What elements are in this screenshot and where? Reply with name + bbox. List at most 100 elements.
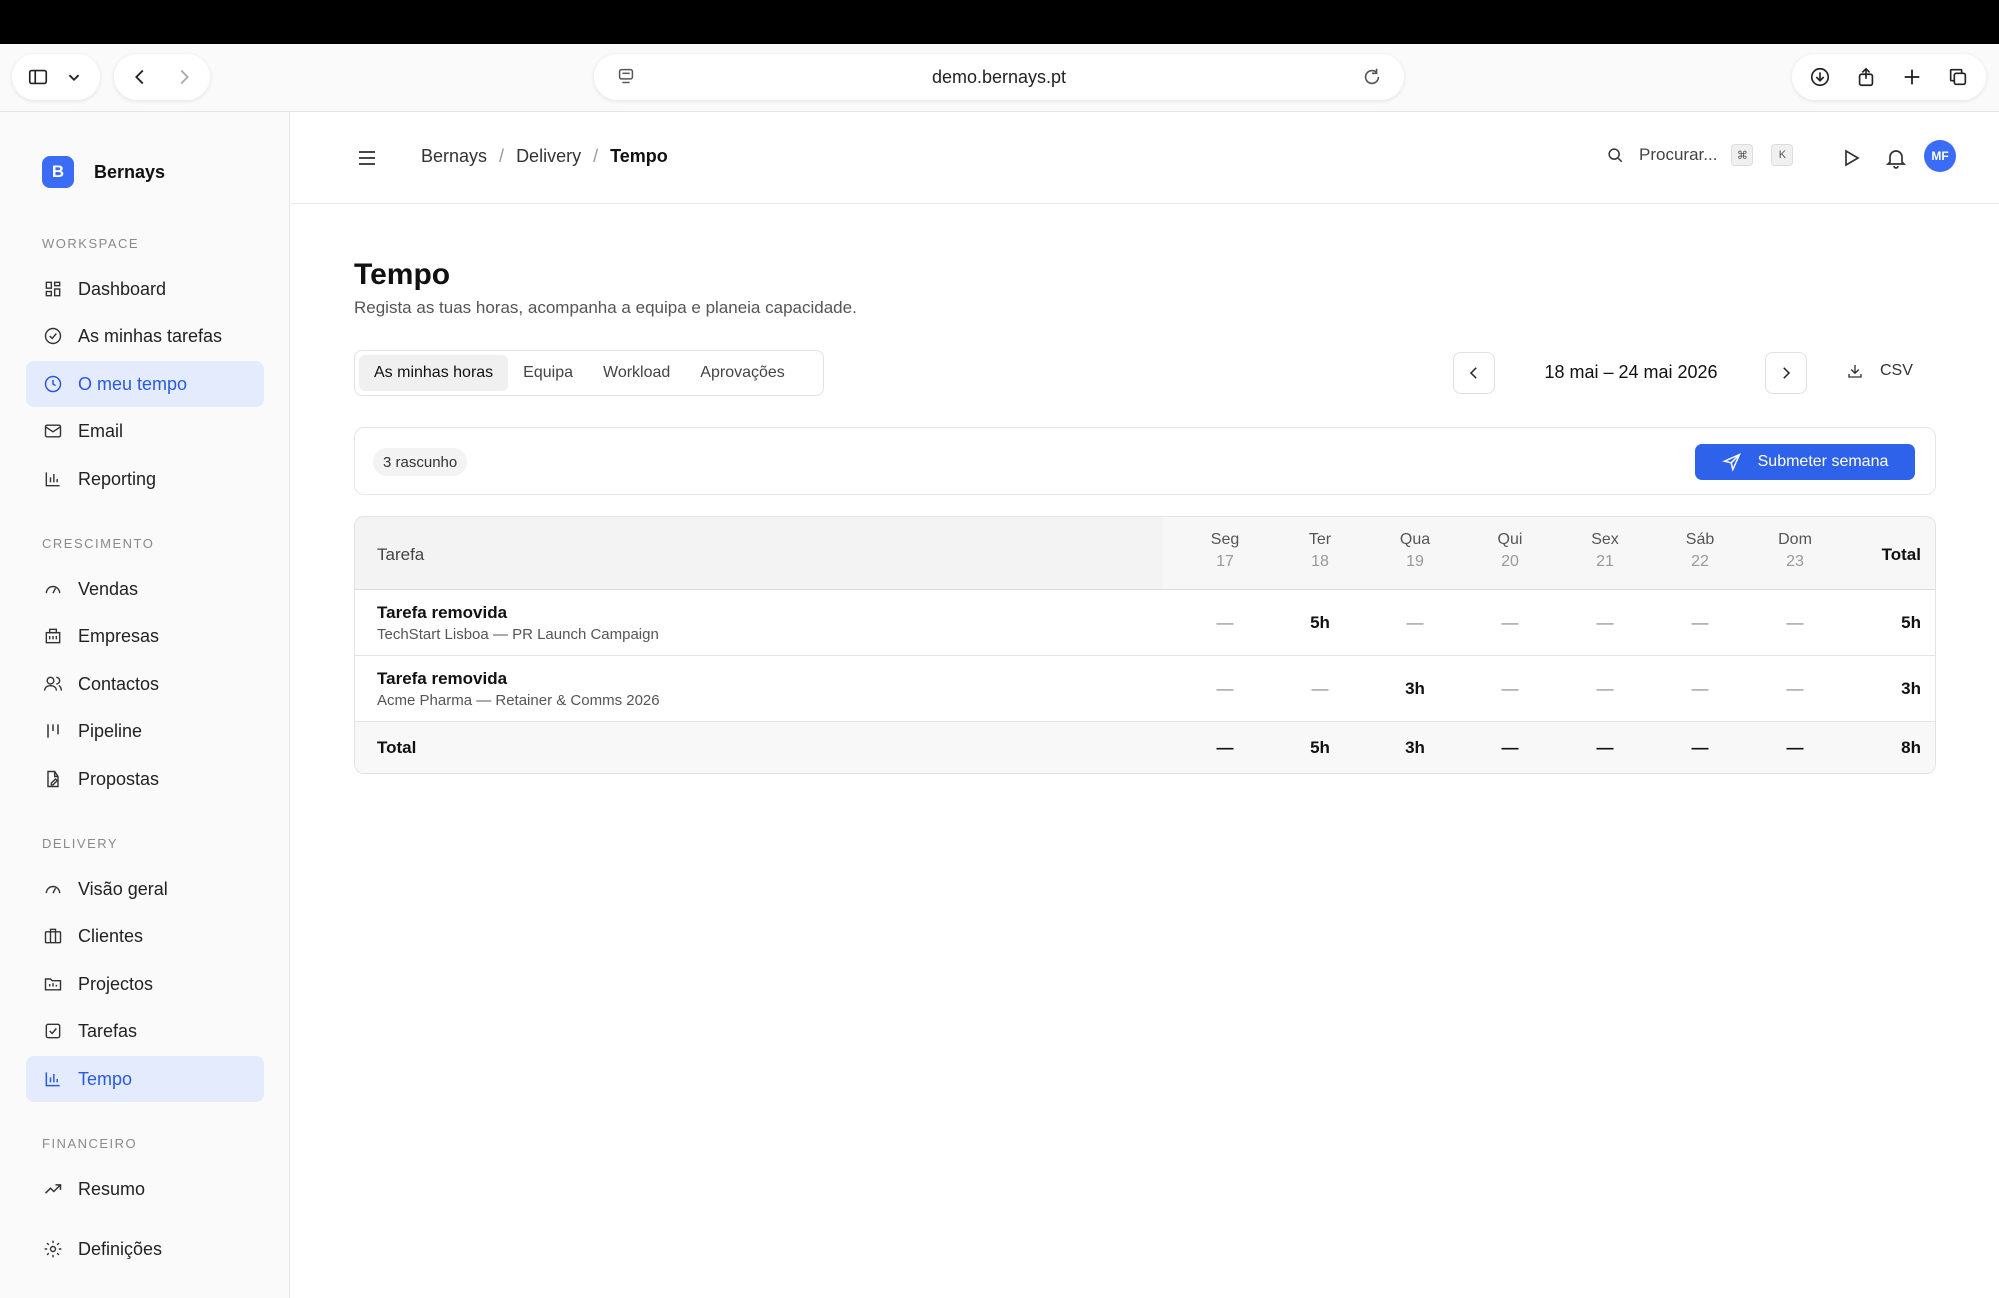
sidebar-item-contactos[interactable]: Contactos — [26, 661, 264, 707]
page-subtitle: Regista as tuas horas, acompanha a equip… — [354, 298, 857, 317]
bar-chart-icon — [42, 468, 64, 490]
totals-label: Total — [377, 738, 417, 757]
table-row[interactable]: Tarefa removida TechStart Lisboa — PR La… — [355, 590, 1935, 656]
sidebar-item-tarefas[interactable]: Tarefas — [26, 1008, 264, 1054]
sidebar-toggle-icon[interactable] — [26, 65, 50, 89]
send-icon — [1721, 453, 1741, 472]
browser-toolbar: demo.bernays.pt — [0, 44, 1999, 112]
submit-week-button[interactable]: Submeter semana — [1695, 444, 1915, 480]
brand-name: Bernays — [94, 161, 166, 182]
sidebar-item-my-time[interactable]: O meu tempo — [26, 361, 264, 407]
sidebar-item-label: Email — [78, 420, 124, 441]
header-day: Qui 20 — [1470, 531, 1550, 571]
breadcrumb-separator: / — [499, 146, 505, 166]
search-trigger[interactable]: Procurar... ⌘ K — [1605, 144, 1794, 166]
chevron-down-icon[interactable] — [62, 65, 86, 89]
hours-cell[interactable]: — — [1755, 613, 1835, 633]
sidebar-item-empresas[interactable]: Empresas — [26, 613, 264, 659]
app-header: Bernays / Delivery / Tempo Procurar... ⌘… — [291, 112, 1999, 204]
header-task: Tarefa — [377, 545, 425, 564]
hours-cell[interactable]: 5h — [1280, 613, 1360, 633]
forward-icon[interactable] — [172, 65, 196, 89]
new-tab-icon[interactable] — [1900, 65, 1924, 89]
day-date: 19 — [1406, 553, 1424, 570]
download-icon[interactable] — [1808, 65, 1832, 89]
sidebar-item-pipeline[interactable]: Pipeline — [26, 708, 264, 754]
sidebar-item-resumo[interactable]: Resumo — [26, 1166, 264, 1212]
address-bar[interactable]: demo.bernays.pt — [594, 54, 1404, 100]
sidebar-item-dashboard[interactable]: Dashboard — [26, 266, 264, 312]
sidebar-item-tempo[interactable]: Tempo — [26, 1056, 264, 1102]
breadcrumb-item[interactable]: Bernays — [421, 146, 487, 167]
hours-cell[interactable]: — — [1660, 679, 1740, 699]
hours-cell[interactable]: — — [1565, 679, 1645, 699]
section-label-workspace: WORKSPACE — [42, 236, 140, 251]
sidebar-item-visao-geral[interactable]: Visão geral — [26, 866, 264, 912]
total-cell: 5h — [1310, 738, 1330, 757]
users-icon — [42, 673, 64, 695]
sidebar-item-clientes[interactable]: Clientes — [26, 913, 264, 959]
tab-approvals[interactable]: Aprovações — [685, 355, 800, 391]
reload-icon[interactable] — [1360, 65, 1384, 89]
bell-icon[interactable] — [1884, 146, 1908, 170]
csv-export-button[interactable]: CSV — [1846, 362, 1913, 380]
back-icon[interactable] — [128, 65, 152, 89]
day-date: 22 — [1691, 553, 1709, 570]
hours-cell[interactable]: — — [1375, 613, 1455, 633]
hours-cell[interactable]: 3h — [1375, 679, 1455, 699]
hours-cell[interactable]: — — [1185, 679, 1265, 699]
sidebar-item-my-tasks[interactable]: As minhas tarefas — [26, 313, 264, 359]
menu-icon[interactable] — [355, 146, 379, 170]
view-tabs: As minhas horas Equipa Workload Aprovaçõ… — [354, 350, 824, 396]
file-edit-icon — [42, 768, 64, 790]
search-placeholder: Procurar... — [1639, 145, 1718, 164]
sidebar-item-label: As minhas tarefas — [78, 325, 223, 346]
avatar[interactable]: MF — [1924, 140, 1956, 172]
table-row[interactable]: Tarefa removida Acme Pharma — Retainer &… — [355, 656, 1935, 722]
sidebar-item-definicoes[interactable]: Definições — [26, 1226, 264, 1272]
hours-cell[interactable]: — — [1755, 679, 1835, 699]
sidebar-item-reporting[interactable]: Reporting — [26, 456, 264, 502]
checkbox-icon — [42, 1020, 64, 1042]
total-cell: — — [1501, 738, 1519, 757]
hours-cell[interactable]: — — [1470, 613, 1550, 633]
tab-workload[interactable]: Workload — [588, 355, 685, 391]
sidebar-item-vendas[interactable]: Vendas — [26, 566, 264, 612]
sidebar-item-email[interactable]: Email — [26, 408, 264, 454]
tabs-overview-icon[interactable] — [1946, 65, 1970, 89]
timesheet-table: Tarefa Seg 17 Ter 18 Qua 19 Qui 20 Sex 21 Sáb… — [354, 516, 1936, 774]
table-header: Tarefa Seg 17 Ter 18 Qua 19 Qui 20 Sex 21 Sáb… — [355, 517, 1935, 590]
sidebar-item-propostas[interactable]: Propostas — [26, 756, 264, 802]
sidebar-item-label: Dashboard — [78, 278, 167, 299]
sidebar-item-projectos[interactable]: Projectos — [26, 961, 264, 1007]
next-week-button[interactable] — [1765, 352, 1807, 394]
chevron-right-icon — [1783, 367, 1791, 379]
sidebar-item-label: Reporting — [78, 468, 157, 489]
totals-row: Total — 5h 3h — — — — 8h — [355, 722, 1935, 773]
tab-my-hours[interactable]: As minhas horas — [359, 355, 509, 391]
mail-icon — [42, 420, 64, 442]
sidebar-item-label: Propostas — [78, 768, 160, 789]
url-text: demo.bernays.pt — [931, 66, 1067, 87]
play-icon[interactable] — [1839, 146, 1863, 170]
date-range: 18 mai – 24 mai 2026 — [1544, 362, 1718, 382]
hours-cell[interactable]: — — [1280, 679, 1360, 699]
header-day: Dom 23 — [1755, 531, 1835, 571]
hours-cell[interactable]: — — [1185, 613, 1265, 633]
hours-cell[interactable]: — — [1565, 613, 1645, 633]
page-settings-icon[interactable] — [614, 65, 638, 89]
brand[interactable]: B Bernays — [42, 156, 165, 188]
total-cell: — — [1596, 738, 1614, 757]
csv-label: CSV — [1880, 362, 1913, 379]
hours-cell[interactable]: — — [1660, 613, 1740, 633]
prev-week-button[interactable] — [1453, 352, 1495, 394]
share-icon[interactable] — [1854, 65, 1878, 89]
hours-cell[interactable]: — — [1470, 679, 1550, 699]
tab-team[interactable]: Equipa — [508, 355, 588, 391]
week-status-bar: 3 rascunho Submeter semana — [354, 427, 1936, 495]
history-nav — [114, 54, 210, 100]
sidebar-item-label: Contactos — [78, 673, 160, 694]
header-day: Sáb 22 — [1660, 531, 1740, 571]
breadcrumb-item[interactable]: Delivery — [516, 146, 581, 167]
browser-actions — [1792, 54, 1986, 100]
